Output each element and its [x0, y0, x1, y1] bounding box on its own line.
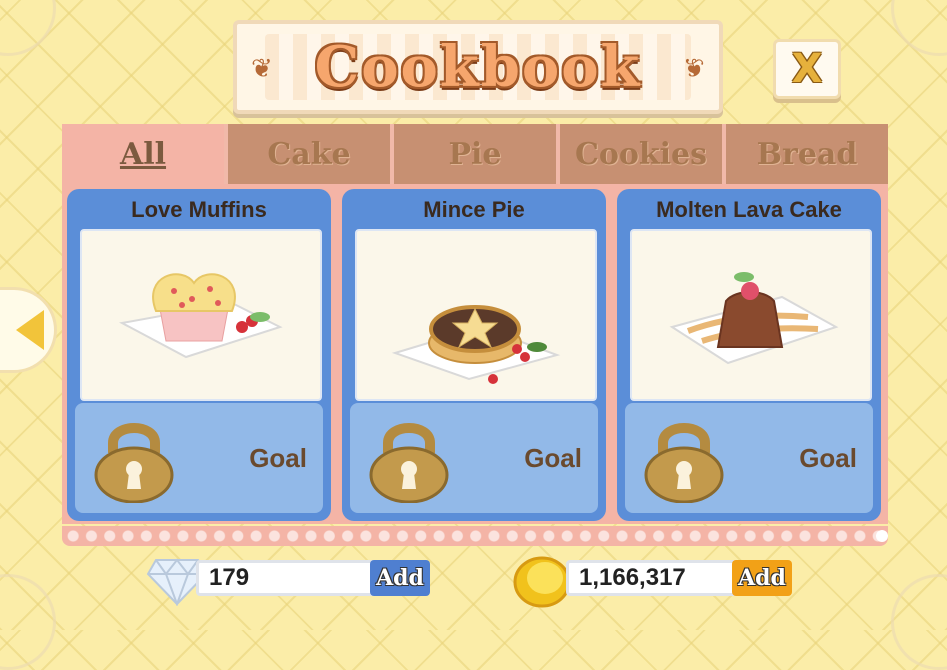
tab-cake[interactable]: Cake [228, 124, 394, 184]
flourish-left-icon: ❦ [251, 54, 273, 84]
recipe-image [80, 229, 322, 401]
molten-lava-cake-icon [669, 272, 839, 365]
page-title: Cookbook [314, 34, 642, 100]
mince-pie-icon [391, 305, 561, 384]
recipe-panel: Love Muffins Goal Mince Pie Goal Molten … [62, 184, 888, 524]
flourish-right-icon: ❦ [683, 54, 705, 84]
lock-icon [94, 423, 174, 503]
recipe-card[interactable]: Molten Lava Cake Goal [617, 189, 881, 521]
tab-cookies[interactable]: Cookies [560, 124, 726, 184]
recipe-status-area: Goal [75, 403, 323, 513]
lock-icon [644, 423, 724, 503]
corner-ornament-top-left [0, 0, 56, 56]
recipe-image [630, 229, 872, 401]
page-indicator-active-dot [876, 530, 888, 542]
corner-ornament-top-right [891, 0, 947, 56]
corner-ornament-bottom-left [0, 574, 56, 670]
recipe-status-area: Goal [350, 403, 598, 513]
add-gems-button[interactable]: Add [370, 560, 430, 596]
tab-all[interactable]: All [62, 124, 228, 184]
title-banner: ❦ Cookbook ❦ [233, 20, 723, 114]
category-tabs: All Cake Pie Cookies Bread [62, 124, 888, 184]
coin-icon [513, 556, 571, 608]
lock-icon [369, 423, 449, 503]
tab-bread[interactable]: Bread [726, 124, 888, 184]
add-coins-button[interactable]: Add [732, 560, 792, 596]
corner-ornament-bottom-right [891, 574, 947, 670]
arrow-left-icon [16, 310, 44, 350]
gems-value: 179 [196, 560, 376, 596]
close-button[interactable]: X [773, 39, 841, 99]
recipe-image [355, 229, 597, 401]
coins-value: 1,166,317 [566, 560, 738, 596]
page-indicator-dots [62, 526, 888, 546]
goal-label: Goal [249, 443, 307, 473]
recipe-card[interactable]: Love Muffins Goal [67, 189, 331, 521]
tab-pie[interactable]: Pie [394, 124, 560, 184]
recipe-name: Mince Pie [423, 197, 525, 222]
recipe-name: Love Muffins [131, 197, 267, 222]
love-muffins-icon [118, 273, 283, 359]
previous-page-button[interactable] [0, 290, 54, 370]
goal-label: Goal [799, 443, 857, 473]
recipe-card[interactable]: Mince Pie Goal [342, 189, 606, 521]
goal-label: Goal [524, 443, 582, 473]
recipe-name: Molten Lava Cake [656, 197, 842, 222]
recipe-status-area: Goal [625, 403, 873, 513]
